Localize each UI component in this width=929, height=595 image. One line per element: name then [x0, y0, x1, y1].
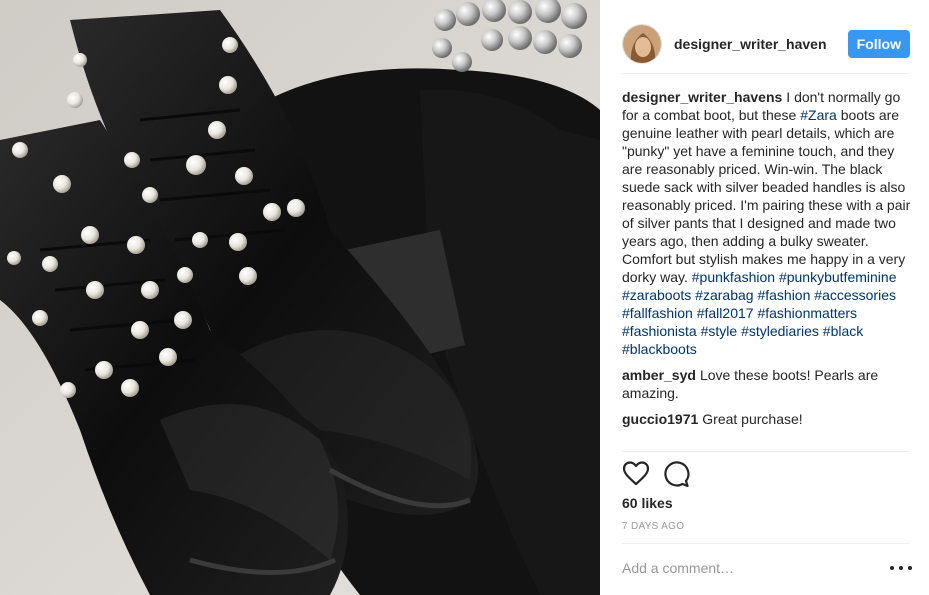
- post-timestamp[interactable]: 7 DAYS AGO: [622, 521, 684, 532]
- hashtag[interactable]: #punkfashion: [692, 269, 775, 285]
- divider: [622, 543, 910, 544]
- divider: [622, 451, 910, 452]
- hashtag[interactable]: #zaraboots: [622, 287, 691, 303]
- boots-photo-illustration: [0, 0, 600, 595]
- hashtag[interactable]: #blackboots: [622, 341, 697, 357]
- likes-count[interactable]: 60 likes: [622, 495, 673, 511]
- follow-button[interactable]: Follow: [847, 29, 910, 58]
- comment-text: Great purchase!: [702, 411, 803, 427]
- comments-list[interactable]: designer_writer_havens I don't normally g…: [622, 88, 912, 450]
- hashtag[interactable]: #fallfashion: [622, 305, 693, 321]
- caption-text-part2: boots are genuine leather with pearl det…: [622, 107, 911, 285]
- header-username[interactable]: designer_writer_havens: [674, 36, 826, 52]
- comment-item: guccio1971 Great purchase!: [622, 410, 912, 428]
- caption-username[interactable]: designer_writer_havens: [622, 89, 782, 105]
- hashtag[interactable]: #stylediaries: [741, 323, 819, 339]
- post-photo[interactable]: [0, 0, 600, 595]
- hashtag[interactable]: #fashionmatters: [757, 305, 857, 321]
- hashtag[interactable]: #punkybutfeminine: [779, 269, 897, 285]
- post-header: designer_writer_havens Follow: [622, 14, 910, 74]
- avatar[interactable]: [622, 23, 662, 64]
- hashtag[interactable]: #accessories: [814, 287, 896, 303]
- caption: designer_writer_havens I don't normally g…: [622, 88, 912, 358]
- hashtag[interactable]: #style: [701, 323, 738, 339]
- hashtag[interactable]: #fashionista: [622, 323, 697, 339]
- action-bar: [622, 460, 702, 488]
- hashtag-zara[interactable]: #Zara: [800, 107, 837, 123]
- add-comment-input[interactable]: [622, 556, 892, 580]
- hashtag[interactable]: #black: [823, 323, 863, 339]
- comment-username[interactable]: amber_syd: [622, 367, 696, 383]
- comment-icon[interactable]: [662, 460, 690, 488]
- heart-icon[interactable]: [622, 460, 650, 488]
- hashtag[interactable]: #zarabag: [695, 287, 753, 303]
- hashtag[interactable]: #fall2017: [697, 305, 754, 321]
- comment-item: amber_syd Love these boots! Pearls are am…: [622, 366, 912, 402]
- comment-username[interactable]: guccio1971: [622, 411, 698, 427]
- more-options-icon[interactable]: [890, 560, 912, 576]
- post-side-panel: designer_writer_havens Follow designer_w…: [600, 0, 929, 595]
- hashtag[interactable]: #fashion: [757, 287, 810, 303]
